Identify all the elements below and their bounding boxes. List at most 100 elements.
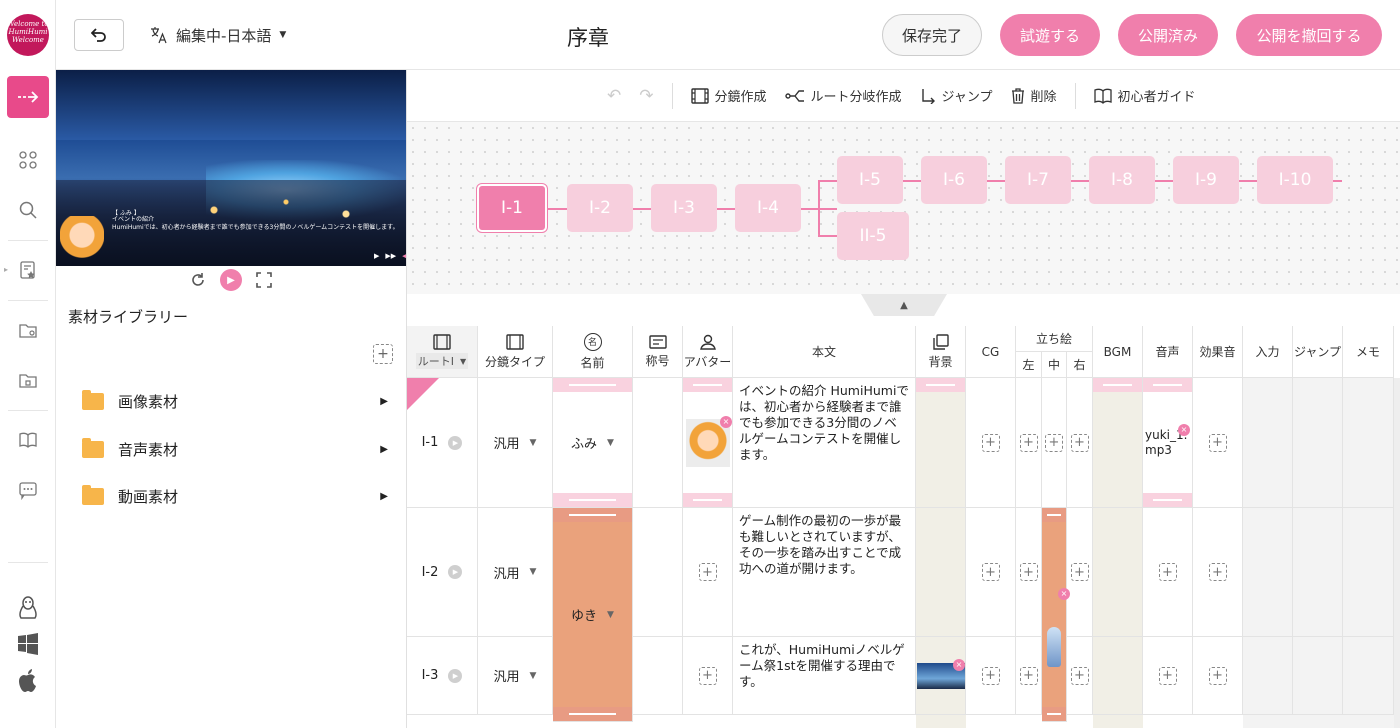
body-text-cell[interactable]: イベントの紹介 HumiHumiでは、初心者から経験者まで誰でも参加できる3分間… — [733, 378, 916, 508]
story-node[interactable]: II-5 — [837, 212, 909, 260]
refresh-icon[interactable] — [190, 272, 206, 288]
row-handle-top[interactable] — [1042, 508, 1066, 522]
route-select[interactable]: ルートⅠ ▼ — [415, 353, 469, 369]
row-handle-bottom[interactable] — [553, 707, 632, 721]
background-cell[interactable]: × — [916, 637, 966, 715]
add-voice-button[interactable]: + — [1158, 666, 1177, 685]
playtest-button[interactable]: 試遊する — [1000, 14, 1100, 56]
remove-icon[interactable]: × — [720, 416, 732, 428]
story-node[interactable]: I-9 — [1173, 156, 1239, 204]
sound-effect-cell[interactable]: + — [1193, 637, 1243, 715]
avatar-cell[interactable]: + — [683, 508, 733, 637]
rail-favorites-button[interactable] — [14, 256, 42, 284]
input-cell[interactable] — [1243, 637, 1293, 715]
add-sound-effect-button[interactable]: + — [1208, 563, 1227, 581]
save-status-button[interactable]: 保存完了 — [882, 14, 982, 56]
play-row-icon[interactable]: ▶ — [448, 435, 463, 450]
add-standing-right-button[interactable]: + — [1070, 666, 1089, 685]
add-cg-button[interactable]: + — [981, 433, 1000, 452]
rail-scenario-button[interactable] — [7, 76, 49, 118]
jump-cell[interactable] — [1293, 378, 1343, 508]
avatar-cell[interactable]: × — [683, 378, 733, 508]
play-row-icon[interactable]: ▶ — [448, 565, 463, 579]
header-route[interactable]: ルートⅠ ▼ — [407, 326, 478, 378]
standing-right-cell[interactable]: + — [1067, 378, 1093, 508]
linux-download-button[interactable] — [14, 594, 42, 622]
story-node[interactable]: I-4 — [735, 184, 801, 232]
add-standing-left-button[interactable]: + — [1019, 433, 1038, 452]
mac-download-button[interactable] — [14, 666, 42, 694]
row-handle-top[interactable] — [683, 378, 732, 392]
redo-icon[interactable]: ↷ — [639, 86, 653, 106]
standing-center-merged[interactable]: × — [1042, 508, 1070, 722]
standing-right-cell[interactable]: + — [1067, 637, 1093, 715]
input-cell[interactable] — [1243, 378, 1293, 508]
remove-icon[interactable]: × — [1058, 588, 1070, 600]
bgm-cell[interactable] — [1093, 637, 1143, 715]
name-select-merged[interactable]: ゆき ▼ — [553, 508, 633, 722]
bgm-cell[interactable] — [1093, 378, 1143, 508]
add-standing-left-button[interactable]: + — [1019, 563, 1038, 581]
row-handle-bottom[interactable] — [553, 493, 632, 507]
voice-cell[interactable]: + — [1143, 508, 1193, 637]
beginner-guide-button[interactable]: 初心者ガイド — [1093, 86, 1196, 105]
row-handle-bottom[interactable] — [683, 493, 732, 507]
rail-chat-button[interactable] — [14, 476, 42, 504]
story-node[interactable]: I-7 — [1005, 156, 1071, 204]
title-cell[interactable] — [633, 637, 683, 715]
skip-icon[interactable]: ▶▶ — [385, 252, 396, 260]
rail-folder-button[interactable] — [14, 366, 42, 394]
name-select[interactable]: ふみ ▼ — [553, 378, 633, 508]
standing-left-cell[interactable]: + — [1016, 378, 1042, 508]
standing-left-cell[interactable]: + — [1016, 637, 1042, 715]
background-cell[interactable] — [916, 508, 966, 637]
memo-cell[interactable] — [1343, 378, 1394, 508]
cg-cell[interactable]: + — [966, 378, 1016, 508]
folder-audio[interactable]: 音声素材 ▶ — [82, 435, 388, 463]
memo-cell[interactable] — [1343, 508, 1394, 637]
add-standing-right-button[interactable]: + — [1070, 563, 1089, 581]
row-handle-top[interactable] — [1143, 378, 1192, 392]
add-asset-button[interactable]: + — [373, 344, 393, 364]
add-voice-button[interactable]: + — [1158, 563, 1177, 581]
row-id-cell[interactable]: I-1 ▶ — [407, 378, 478, 508]
unpublish-button[interactable]: 公開を撤回する — [1236, 14, 1382, 56]
story-node[interactable]: I-10 — [1257, 156, 1333, 204]
published-button[interactable]: 公開済み — [1118, 14, 1218, 56]
input-cell[interactable] — [1243, 508, 1293, 637]
create-route-branch-button[interactable]: ルート分岐作成 — [784, 86, 902, 105]
rail-expand-icon[interactable]: ▸ — [4, 265, 8, 274]
add-cg-button[interactable]: + — [981, 666, 1000, 685]
add-avatar-button[interactable]: + — [698, 666, 717, 685]
row-id-cell[interactable]: I-2 ▶ — [407, 508, 478, 637]
title-cell[interactable] — [633, 508, 683, 637]
story-node[interactable]: I-8 — [1089, 156, 1155, 204]
rail-folder-settings-button[interactable] — [14, 316, 42, 344]
memo-cell[interactable] — [1343, 637, 1394, 715]
sound-effect-cell[interactable]: + — [1193, 508, 1243, 637]
add-cg-button[interactable]: + — [981, 563, 1000, 581]
rail-book-button[interactable] — [14, 426, 42, 454]
row-id-cell[interactable]: I-3 ▶ — [407, 637, 478, 715]
add-standing-center-button[interactable]: + — [1045, 433, 1063, 452]
standing-center-cell[interactable]: + — [1042, 378, 1067, 508]
remove-icon[interactable]: × — [953, 659, 965, 671]
bgm-cell[interactable] — [1093, 508, 1143, 637]
row-handle-bottom[interactable] — [1143, 493, 1192, 507]
row-handle-top[interactable] — [553, 378, 632, 392]
jump-button[interactable]: ジャンプ — [920, 86, 993, 105]
folder-images[interactable]: 画像素材 ▶ — [82, 387, 388, 415]
row-handle-bottom[interactable] — [1042, 707, 1066, 721]
story-node-active[interactable]: I-1 — [477, 184, 547, 232]
play-icon[interactable]: ▶ — [374, 252, 379, 260]
type-select[interactable]: 汎用 ▼ — [478, 508, 553, 637]
body-text-cell[interactable]: これが、HumiHumiノベルゲーム祭1stを開催する理由です。 — [733, 637, 916, 715]
jump-cell[interactable] — [1293, 637, 1343, 715]
table-scrollbar[interactable] — [1394, 378, 1400, 728]
story-node[interactable]: I-6 — [921, 156, 987, 204]
voice-cell[interactable]: + — [1143, 637, 1193, 715]
background-cell[interactable] — [916, 378, 966, 508]
type-select[interactable]: 汎用 ▼ — [478, 378, 553, 508]
cg-cell[interactable]: + — [966, 508, 1016, 637]
avatar-cell[interactable]: + — [683, 637, 733, 715]
